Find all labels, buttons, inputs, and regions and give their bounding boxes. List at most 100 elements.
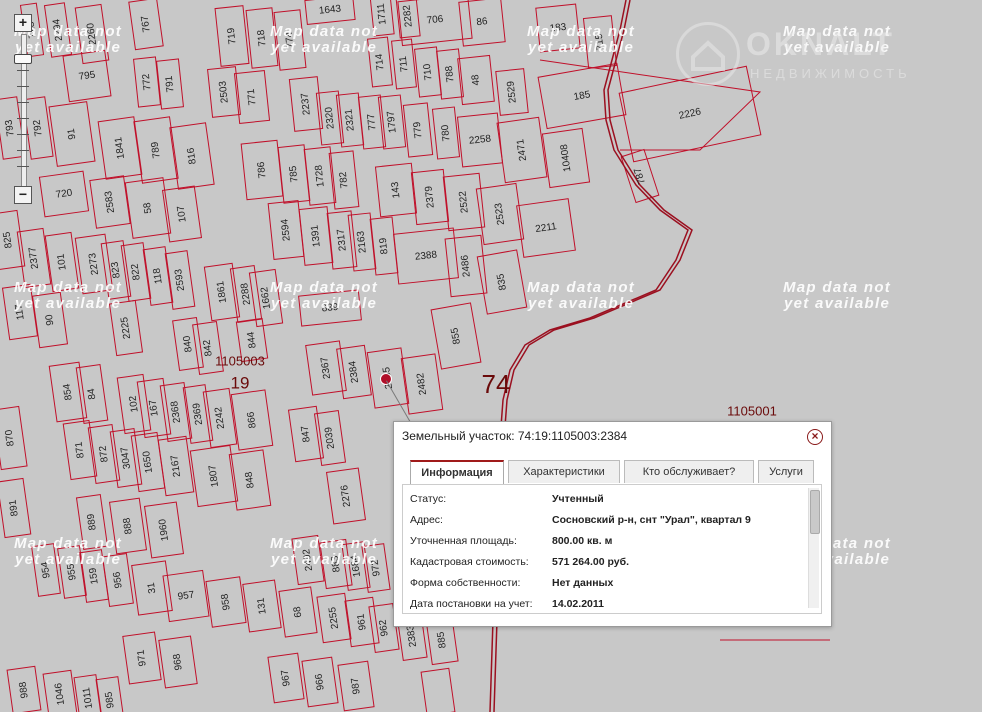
parcel-number: 1960 (157, 518, 171, 542)
parcel-number: 107 (175, 205, 188, 223)
watermark: Map data not yet available (270, 23, 379, 56)
parcel-number: 788 (444, 65, 457, 83)
parcel-number: 988 (17, 681, 30, 699)
district-label: 1105003 (215, 353, 265, 368)
parcel-number: 816 (185, 147, 198, 165)
parcel-number: 167 (147, 399, 160, 417)
parcel-number: 891 (7, 499, 20, 517)
info-value: 571 264.00 руб. (552, 556, 629, 568)
parcel-number: 968 (171, 653, 184, 671)
parcel-number: 825 (1, 231, 14, 249)
info-label: Дата постановки на учет: (410, 598, 533, 610)
parcel-number: 1711 (376, 2, 389, 25)
info-value: 14.02.2011 (552, 598, 604, 610)
watermark: Map data not yet available (527, 279, 636, 312)
zoom-tick (17, 86, 29, 87)
parcel-number: 2039 (323, 426, 337, 450)
district-label: 19 (231, 373, 250, 392)
zoom-out-button[interactable]: − (14, 186, 32, 204)
parcel-number: 889 (85, 513, 98, 531)
parcel-number: 771 (246, 88, 259, 106)
zoom-slider-handle[interactable] (14, 54, 32, 64)
parcel-number: 855 (449, 326, 463, 345)
info-value: 800.00 кв. м (552, 535, 613, 547)
tab-services[interactable]: Услуги (758, 460, 814, 483)
parcel-number: 888 (121, 517, 134, 535)
parcel-number: 962 (377, 619, 390, 637)
brand-watermark: OKNALT НЕДВИЖИМОСТЬ (676, 22, 956, 92)
parcel-number: 866 (245, 411, 258, 429)
parcel-number: 872 (97, 445, 110, 463)
parcel-number: 2368 (169, 400, 183, 424)
parcel-number: 2594 (279, 218, 292, 242)
info-label: Форма собственности: (410, 577, 521, 589)
parcel-number: 966 (313, 673, 326, 691)
parcel-number: 48 (470, 73, 482, 86)
parcel-number: 854 (61, 383, 74, 401)
parcel-number: 779 (412, 121, 425, 139)
parcel-number: 2482 (415, 372, 429, 396)
parcel-number: 2593 (173, 268, 187, 292)
parcel-number: 118 (152, 267, 165, 285)
parcel-number: 2522 (457, 190, 470, 214)
parcel-number: 710 (422, 63, 435, 81)
parcel-number: 2377 (27, 246, 41, 270)
info-value: Нет данных (552, 577, 614, 589)
zoom-control: + − (14, 14, 34, 204)
parcel-number: 791 (164, 75, 177, 93)
tab-who-serves[interactable]: Кто обслуживает? (624, 460, 754, 483)
info-label: Уточненная площадь: (410, 535, 517, 547)
parcel-number: 1807 (207, 464, 221, 488)
parcel-number: 2317 (335, 228, 348, 252)
parcel-number: 2367 (319, 356, 333, 380)
selected-parcel-marker-icon[interactable] (380, 373, 392, 385)
popup-scrollbar[interactable] (808, 488, 820, 608)
parcel-number: 131 (255, 597, 268, 615)
zoom-tick (17, 102, 29, 103)
parcel-number: 2242 (213, 406, 227, 430)
scrollbar-thumb[interactable] (810, 490, 820, 534)
parcel-number: 1046 (53, 682, 67, 706)
parcel-number: 2486 (459, 254, 472, 278)
parcel-number: 90 (44, 313, 57, 326)
popup-content[interactable]: Статус: Учтенный Адрес: Сосновский р-н, … (402, 484, 822, 614)
parcel-number: 2167 (169, 454, 183, 478)
parcel-number: 871 (73, 441, 86, 459)
parcel-number: 847 (299, 425, 312, 443)
cadastral-map[interactable]: 728 2294 2260 767 795 793 792 91 720 719 718 774 250… (0, 0, 982, 712)
zoom-in-button[interactable]: + (14, 14, 32, 32)
info-value: Учтенный (552, 493, 604, 505)
parcel-number: 2383 (405, 624, 419, 648)
parcel-number: 2255 (327, 606, 341, 630)
watermark: Map data not yet available (270, 535, 379, 568)
parcel-number: 2471 (515, 138, 529, 162)
parcel-number: 2388 (414, 249, 438, 262)
parcel-number: 2282 (401, 4, 414, 28)
parcel-number: 844 (245, 331, 258, 349)
zoom-tick (17, 166, 29, 167)
parcel-number: 1011 (81, 686, 95, 709)
tab-characteristics[interactable]: Характеристики (508, 460, 620, 483)
info-label: Кадастровая стоимость: (410, 556, 529, 568)
parcel-number: 31 (146, 581, 159, 594)
tab-information[interactable]: Информация (410, 460, 504, 484)
parcel-number: 786 (256, 161, 269, 179)
parcel-number: 2320 (323, 106, 336, 130)
parcel-number: 718 (256, 29, 269, 47)
parcel-number: 782 (338, 171, 351, 189)
parcel-number: 2379 (423, 185, 436, 209)
close-icon[interactable]: × (807, 429, 823, 445)
parcel-number: 2273 (87, 252, 101, 276)
parcel-number: 185 (573, 89, 592, 103)
parcel-number: 1797 (385, 110, 398, 134)
district-label: 1105001 (727, 403, 777, 418)
parcel-number: 2583 (103, 190, 117, 214)
parcel[interactable] (420, 667, 456, 712)
parcel-number: 961 (355, 613, 368, 631)
house-logo-icon (676, 22, 740, 86)
parcel-number: 711 (398, 55, 411, 72)
parcel-number: 10408 (559, 143, 574, 173)
parcel-number: 3047 (119, 446, 133, 470)
parcel-number: 772 (141, 73, 154, 91)
parcel-number: 2529 (505, 80, 518, 104)
